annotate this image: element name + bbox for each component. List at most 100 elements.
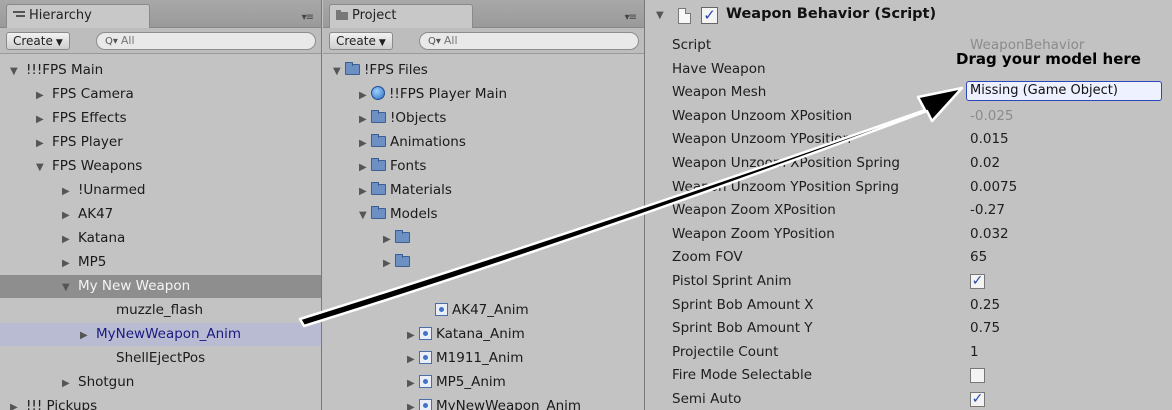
hierarchy-item-label: MyNewWeapon_Anim	[96, 326, 242, 342]
project-item[interactable]: ▶ Katana_Anim	[323, 323, 644, 346]
create-label: Create	[13, 34, 53, 48]
property-label: Sprint Bob Amount Y	[672, 320, 813, 337]
property-value[interactable]: 0.032	[970, 223, 1009, 245]
create-label: Create	[336, 34, 376, 48]
component-enabled-checkbox[interactable]: ✓	[701, 7, 718, 24]
project-item[interactable]: ▶ Animations	[323, 131, 644, 154]
expand-triangle-icon[interactable]: ▶	[10, 396, 22, 410]
expand-triangle-icon[interactable]: ▶	[359, 84, 371, 107]
hierarchy-item[interactable]: ▶ MyNewWeapon_Anim	[0, 323, 321, 346]
expand-triangle-icon[interactable]: ▶	[36, 108, 48, 131]
expand-triangle-icon[interactable]: ▼	[62, 276, 74, 299]
hierarchy-item[interactable]: ▶ FPS Camera	[0, 83, 321, 106]
hierarchy-item[interactable]: ▼ My New Weapon	[0, 275, 321, 298]
create-button[interactable]: Create ▼	[6, 32, 70, 50]
hierarchy-item[interactable]: ShellEjectPos	[0, 347, 321, 370]
search-field[interactable]: Q▾	[96, 32, 316, 50]
hierarchy-item-label: Shotgun	[78, 374, 135, 390]
hierarchy-item[interactable]: ▶ FPS Player	[0, 131, 321, 154]
property-value[interactable]: 1	[970, 341, 979, 363]
property-value[interactable]: 65	[970, 246, 987, 268]
property-value[interactable]: 0.0075	[970, 176, 1017, 198]
expand-triangle-icon[interactable]: ▶	[407, 324, 419, 347]
project-item[interactable]: ▶ Materials	[323, 179, 644, 202]
expand-triangle-icon[interactable]: ▶	[407, 372, 419, 395]
property-value[interactable]: 0.015	[970, 128, 1009, 150]
expand-triangle-icon[interactable]: ▶	[80, 324, 92, 347]
property-checkbox[interactable]: ✓	[970, 392, 985, 407]
expand-triangle-icon[interactable]: ▶	[407, 348, 419, 371]
create-button[interactable]: Create ▼	[329, 32, 393, 50]
project-toolbar: Create ▼ Q▾	[323, 28, 644, 54]
expand-triangle-icon[interactable]: ▶	[359, 180, 371, 203]
expand-triangle-icon[interactable]: ▼	[359, 204, 371, 227]
property-label: Weapon Mesh	[672, 84, 767, 101]
expand-triangle-icon[interactable]: ▶	[359, 108, 371, 131]
weapon-mesh-object-field[interactable]: Missing (Game Object)	[966, 81, 1162, 101]
project-item[interactable]: AK47_Anim	[323, 299, 644, 322]
panel-menu-icon[interactable]: ▾≡	[625, 12, 637, 23]
project-item[interactable]: ▼ !FPS Files	[323, 59, 644, 82]
project-item[interactable]: ▶ Fonts	[323, 155, 644, 178]
expand-triangle-icon[interactable]: ▶	[62, 228, 74, 251]
project-item[interactable]: ▼ Models	[323, 203, 644, 226]
hierarchy-item[interactable]: ▶ MP5	[0, 251, 321, 274]
project-item[interactable]	[323, 275, 644, 298]
project-item[interactable]: ▶ MP5_Anim	[323, 371, 644, 394]
expand-triangle-icon[interactable]: ▶	[62, 252, 74, 275]
hierarchy-item[interactable]: ▶ AK47	[0, 203, 321, 226]
property-value[interactable]: 0.02	[970, 152, 1000, 174]
expand-triangle-icon[interactable]: ▼	[10, 60, 22, 83]
project-item-label: Materials	[390, 182, 452, 198]
hierarchy-item[interactable]: muzzle_flash	[0, 299, 321, 322]
property-value[interactable]: 0.75	[970, 317, 1000, 339]
triangle-down-icon[interactable]: ▼	[656, 10, 668, 21]
search-input[interactable]	[443, 34, 624, 47]
project-item[interactable]: ▶ MyNewWeapon_Anim	[323, 395, 644, 410]
property-checkbox[interactable]: ✓	[970, 274, 985, 289]
project-item[interactable]: ▶	[323, 251, 644, 274]
project-item[interactable]: ▶	[323, 227, 644, 250]
expand-triangle-icon[interactable]: ▶	[407, 396, 419, 410]
property-label: Projectile Count	[672, 343, 779, 360]
hierarchy-item[interactable]: ▶ FPS Effects	[0, 107, 321, 130]
expand-triangle-icon[interactable]: ▶	[36, 84, 48, 107]
component-header[interactable]: ▼ ✓ Weapon Behavior (Script)	[646, 0, 1172, 34]
property-label: Weapon Zoom YPosition	[672, 225, 835, 242]
expand-triangle-icon[interactable]: ▶	[383, 228, 395, 251]
expand-triangle-icon[interactable]: ▶	[359, 156, 371, 179]
expand-triangle-icon[interactable]: ▶	[62, 180, 74, 203]
tab-hierarchy[interactable]: Hierarchy	[6, 4, 150, 29]
expand-triangle-icon[interactable]: ▼	[36, 156, 48, 179]
list-icon	[13, 9, 25, 19]
expand-triangle-icon[interactable]: ▶	[62, 204, 74, 227]
project-item[interactable]: ▶ !!FPS Player Main	[323, 83, 644, 106]
property-value[interactable]: -0.025	[970, 105, 1014, 127]
expand-triangle-icon[interactable]: ▶	[62, 372, 74, 395]
project-item[interactable]: ▶ !Objects	[323, 107, 644, 130]
search-input[interactable]	[120, 34, 301, 47]
prefab-icon	[371, 86, 385, 100]
hierarchy-item[interactable]: ▼ !!!FPS Main	[0, 59, 321, 82]
tab-project[interactable]: Project	[329, 4, 473, 29]
expand-triangle-icon[interactable]: ▶	[383, 252, 395, 275]
expand-triangle-icon[interactable]: ▶	[359, 132, 371, 155]
property-label: Fire Mode Selectable	[672, 367, 813, 384]
hierarchy-item[interactable]: ▶ Katana	[0, 227, 321, 250]
search-field[interactable]: Q▾	[419, 32, 639, 50]
hierarchy-item[interactable]: ▼ FPS Weapons	[0, 155, 321, 178]
folder-icon	[345, 62, 360, 75]
property-value[interactable]: 0.25	[970, 294, 1000, 316]
hierarchy-item[interactable]: ▶ Shotgun	[0, 371, 321, 394]
project-item[interactable]: ▶ M1911_Anim	[323, 347, 644, 370]
expand-triangle-icon[interactable]: ▶	[36, 132, 48, 155]
expand-triangle-icon[interactable]: ▼	[333, 60, 345, 83]
property-value[interactable]: -0.27	[970, 199, 1005, 221]
hierarchy-item[interactable]: ▶ !!! Pickups	[0, 395, 321, 410]
search-icon: Q▾	[105, 36, 118, 47]
panel-menu-icon[interactable]: ▾≡	[302, 12, 314, 23]
project-item-label: AK47_Anim	[452, 302, 529, 318]
property-checkbox[interactable]	[970, 368, 985, 384]
hierarchy-item[interactable]: ▶ !Unarmed	[0, 179, 321, 202]
chevron-down-icon: ▼	[378, 38, 386, 48]
